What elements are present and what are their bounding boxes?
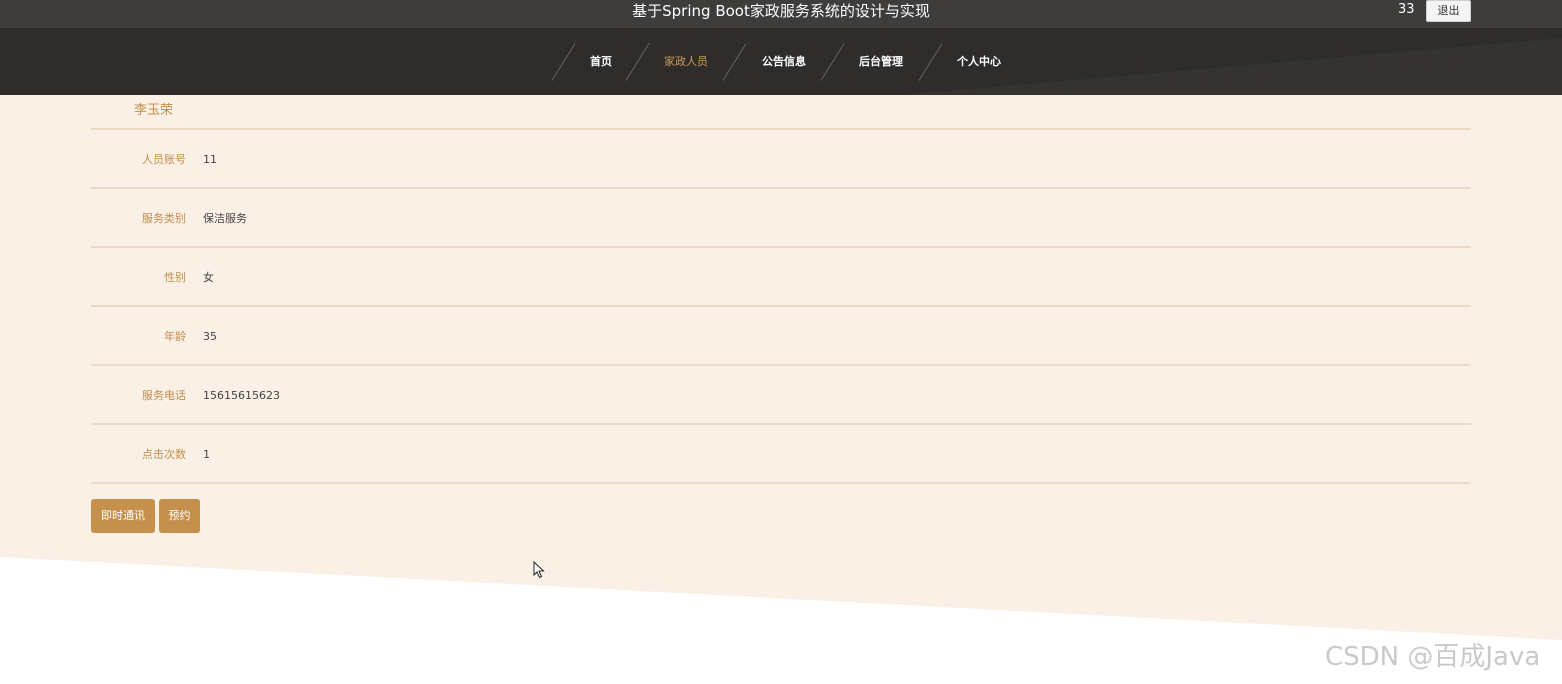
instant-chat-button[interactable]: 即时通讯: [91, 499, 155, 533]
field-label: 人员账号: [142, 153, 186, 166]
nav-item-housekeepers[interactable]: 家政人员: [664, 28, 708, 95]
nav-item-announcements[interactable]: 公告信息: [762, 28, 806, 95]
field-value: 35: [203, 330, 217, 343]
field-value: 15615615623: [203, 389, 280, 402]
detail-row-phone: 服务电话 15615615623: [91, 366, 1471, 425]
field-label: 服务电话: [142, 389, 186, 402]
field-value: 11: [203, 153, 217, 166]
mouse-pointer-icon: [533, 561, 545, 579]
detail-row-gender: 性别 女: [91, 248, 1471, 307]
site-title: 基于Spring Boot家政服务系统的设计与实现: [632, 2, 930, 20]
watermark: CSDN @百成Java: [1325, 642, 1541, 672]
detail-row-account: 人员账号 11: [91, 130, 1471, 189]
field-label: 点击次数: [142, 448, 186, 461]
housekeeper-name: 李玉荣: [91, 95, 1471, 130]
book-button[interactable]: 预约: [159, 499, 200, 533]
field-label: 年龄: [164, 330, 186, 343]
main-nav: 首页 家政人员 公告信息 后台管理 个人中心: [0, 28, 1562, 95]
top-bar: 基于Spring Boot家政服务系统的设计与实现 33 退出: [0, 0, 1562, 28]
detail-row-service-type: 服务类别 保洁服务: [91, 189, 1471, 248]
housekeeper-detail: 李玉荣 人员账号 11 服务类别 保洁服务 性别 女 年龄 35 服务电话 15…: [91, 95, 1471, 484]
field-value: 1: [203, 448, 210, 461]
nav-item-admin[interactable]: 后台管理: [859, 28, 903, 95]
logout-button[interactable]: 退出: [1426, 0, 1471, 22]
page: 基于Spring Boot家政服务系统的设计与实现 33 退出 首页 家政人员 …: [0, 0, 1562, 684]
detail-row-click-count: 点击次数 1: [91, 425, 1471, 484]
field-value: 保洁服务: [203, 212, 247, 225]
nav-item-personal-center[interactable]: 个人中心: [957, 28, 1001, 95]
field-value: 女: [203, 271, 214, 284]
current-user-name: 33: [1398, 2, 1415, 17]
field-label: 性别: [164, 271, 186, 284]
detail-row-age: 年龄 35: [91, 307, 1471, 366]
field-label: 服务类别: [142, 212, 186, 225]
nav-item-home[interactable]: 首页: [590, 28, 612, 95]
